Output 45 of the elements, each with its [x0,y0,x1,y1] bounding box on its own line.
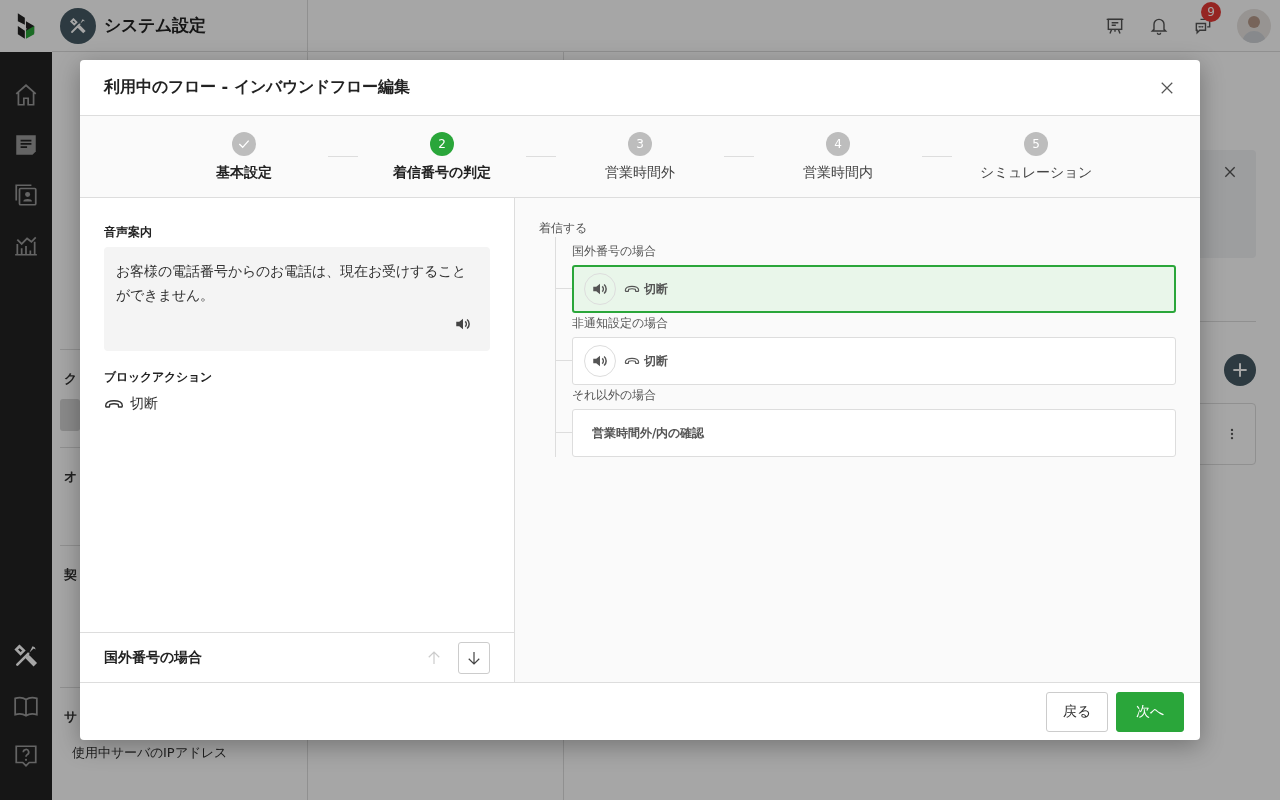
step-label: 営業時間外 [605,164,675,182]
step-indicator: 4 [826,132,850,156]
field-label: 音声案内 [104,224,153,241]
tools-icon[interactable] [13,643,39,669]
move-down-button[interactable] [458,641,490,674]
step-indicator: 5 [1024,132,1048,156]
help-icon[interactable] [13,743,39,769]
add-button[interactable] [1224,354,1256,386]
menu-item[interactable]: 使用中サーバのIPアドレス [60,737,227,769]
next-step-label: 営業時間外/内の確認 [591,424,705,442]
step-label: 基本設定 [216,164,272,182]
list-icon[interactable] [13,132,39,158]
field-label: ブロックアクション [104,369,213,386]
step-indicator: 2 [430,132,454,156]
branch-label: それ以外の場合 [572,387,657,404]
menu-section-heading: サ [64,708,77,726]
voice-message-text: お客様の電話番号からのお電話は、現在お受けすることができません。 [116,262,467,305]
step-label: 着信番号の判定 [393,164,491,182]
dialog-title: 利用中のフロー - インバウンドフロー編集 [104,77,410,98]
step-label: シミュレーション [980,164,1092,182]
play-button[interactable] [584,345,616,377]
flow-step-card[interactable]: 営業時間外/内の確認 [572,409,1176,457]
menu-section-heading: ク [64,370,77,388]
tools-icon [69,16,87,35]
menu-section-heading: オ [64,468,77,486]
contact-card-icon[interactable] [13,182,39,208]
step-indicator: 3 [628,132,652,156]
plus-icon [1230,360,1250,380]
menu-section-heading: 契 [64,566,77,584]
branch-label: 非通知設定の場合 [572,315,669,332]
action-label: 切断 [644,280,668,298]
home-icon[interactable] [13,82,39,108]
play-button[interactable] [584,273,616,305]
close-icon[interactable] [1222,164,1238,180]
back-button[interactable]: 戻る [1046,691,1108,732]
action-label: 切断 [644,352,668,370]
branch-label: 国外番号の場合 [572,243,657,260]
selected-branch-title: 国外番号の場合 [104,648,202,667]
step-label: 営業時間内 [803,164,873,182]
page-title: システム設定 [104,14,206,37]
flow-step-card[interactable]: 切断 [572,337,1176,385]
unread-badge: 9 [1201,1,1221,22]
block-action-value: 切断 [130,395,158,413]
flow-step-card[interactable]: 切断 [572,265,1176,313]
flow-root-label: 着信する [539,220,588,237]
